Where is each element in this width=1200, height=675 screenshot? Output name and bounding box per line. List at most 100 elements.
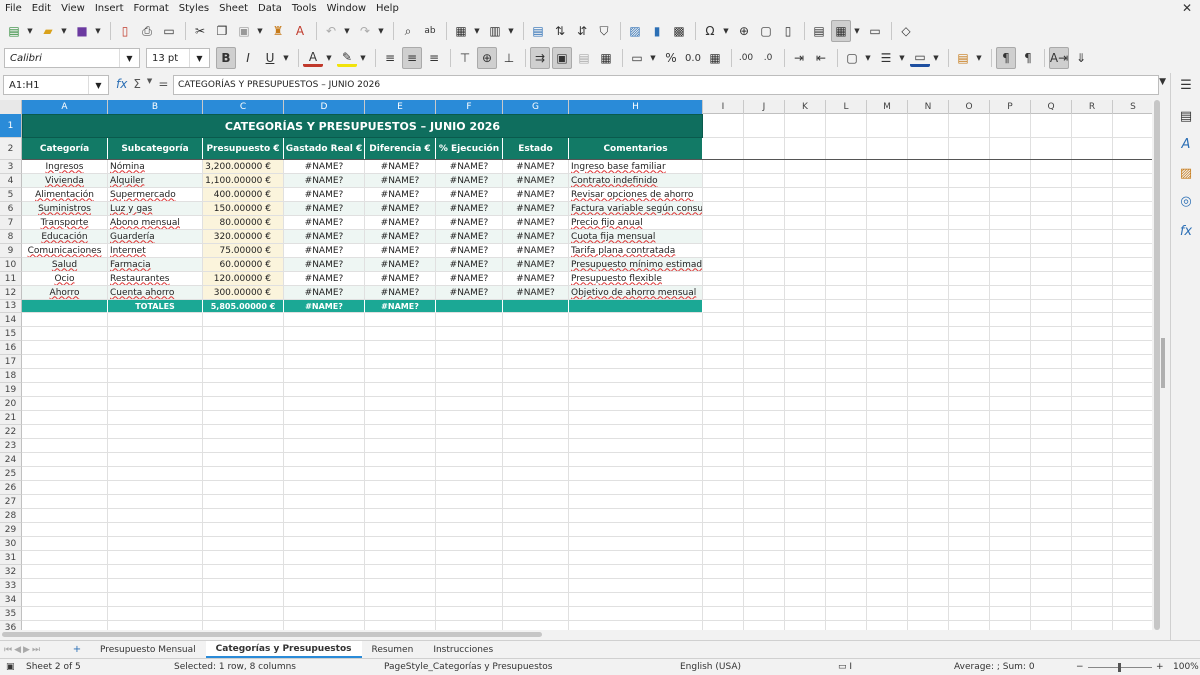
cell[interactable] (1072, 565, 1113, 579)
cell[interactable] (1072, 621, 1113, 630)
cell[interactable] (826, 481, 867, 495)
cell[interactable] (867, 453, 908, 467)
cell[interactable] (990, 509, 1031, 523)
cell[interactable] (990, 439, 1031, 453)
cell[interactable] (867, 495, 908, 509)
data-cell[interactable]: Cuota fija mensual (569, 230, 703, 244)
data-cell[interactable]: Transporte (22, 216, 108, 230)
cell[interactable] (1031, 411, 1072, 425)
cell[interactable] (908, 551, 949, 565)
cell[interactable] (203, 439, 284, 453)
cell[interactable] (1113, 341, 1152, 355)
bold-icon[interactable]: B (216, 47, 236, 69)
cell[interactable] (1113, 537, 1152, 551)
cell[interactable] (284, 383, 365, 397)
cell[interactable] (703, 565, 744, 579)
cell[interactable] (569, 425, 703, 439)
cell[interactable] (990, 551, 1031, 565)
cell[interactable] (108, 537, 203, 551)
sum-icon[interactable]: Σ (133, 77, 141, 91)
conditional-dropdown-icon[interactable]: ▼ (975, 47, 983, 69)
cell[interactable] (365, 523, 436, 537)
cell[interactable] (785, 551, 826, 565)
cell[interactable] (1031, 439, 1072, 453)
cell[interactable] (108, 355, 203, 369)
cell[interactable] (908, 397, 949, 411)
borders-icon[interactable]: ▢ (842, 47, 862, 69)
cell[interactable] (1113, 551, 1152, 565)
data-cell[interactable]: #NAME? (503, 160, 569, 174)
cell[interactable] (826, 607, 867, 621)
cell[interactable] (22, 495, 108, 509)
cell[interactable] (1031, 495, 1072, 509)
cell[interactable] (1031, 341, 1072, 355)
document-modified-icon[interactable]: ▣ (6, 662, 15, 672)
zoom-slider-knob[interactable] (1118, 663, 1121, 672)
cell[interactable] (826, 537, 867, 551)
border-style-dropdown-icon[interactable]: ▼ (898, 47, 906, 69)
cell[interactable] (867, 593, 908, 607)
cell[interactable] (785, 467, 826, 481)
data-cell[interactable]: #NAME? (284, 286, 365, 300)
cell[interactable] (785, 411, 826, 425)
cell[interactable] (785, 495, 826, 509)
cell[interactable] (908, 383, 949, 397)
right-to-left-icon[interactable]: ¶ (1018, 47, 1038, 69)
cell[interactable] (1113, 453, 1152, 467)
cell[interactable] (703, 551, 744, 565)
cell[interactable] (949, 481, 990, 495)
cell[interactable] (744, 481, 785, 495)
cell[interactable] (569, 621, 703, 630)
column-title-cell[interactable]: Gastado Real € (284, 138, 365, 160)
row-header-8[interactable]: 8 (0, 230, 22, 244)
row-header-11[interactable]: 11 (0, 272, 22, 286)
row-header-34[interactable]: 34 (0, 593, 22, 607)
data-cell[interactable]: Ingreso base familiar (569, 160, 703, 174)
cell[interactable] (1072, 327, 1113, 341)
cell[interactable] (1031, 383, 1072, 397)
cell[interactable] (1072, 369, 1113, 383)
column-header-r[interactable]: R (1072, 100, 1113, 114)
cell[interactable] (703, 383, 744, 397)
cell[interactable] (744, 467, 785, 481)
column-dropdown-icon[interactable]: ▼ (507, 20, 515, 42)
cell[interactable] (908, 579, 949, 593)
cell[interactable] (949, 355, 990, 369)
cell[interactable] (365, 607, 436, 621)
cell[interactable] (436, 565, 503, 579)
data-cell[interactable]: 60.00000 € (203, 258, 284, 272)
cell[interactable] (569, 593, 703, 607)
open-folder-icon[interactable]: ▰ (38, 20, 58, 42)
row-header-2[interactable]: 2 (0, 138, 22, 160)
cell[interactable] (867, 439, 908, 453)
underline-icon[interactable]: U (260, 47, 280, 69)
cell[interactable] (908, 481, 949, 495)
data-cell[interactable]: #NAME? (365, 230, 436, 244)
cell[interactable] (569, 481, 703, 495)
cell[interactable] (867, 537, 908, 551)
cell[interactable] (785, 593, 826, 607)
properties-icon[interactable]: ▤ (1176, 106, 1196, 126)
data-cell[interactable]: Nómina (108, 160, 203, 174)
data-cell[interactable]: #NAME? (284, 202, 365, 216)
cell[interactable] (867, 313, 908, 327)
cell[interactable] (1072, 341, 1113, 355)
cell[interactable] (365, 383, 436, 397)
cell[interactable] (908, 439, 949, 453)
currency-dropdown-icon[interactable]: ▼ (649, 47, 657, 69)
cell[interactable] (503, 621, 569, 630)
cell[interactable] (744, 369, 785, 383)
font-size-box[interactable]: 13 pt ▼ (146, 48, 210, 68)
data-cell[interactable]: #NAME? (436, 230, 503, 244)
data-cell[interactable]: #NAME? (436, 216, 503, 230)
cell[interactable] (949, 341, 990, 355)
cell[interactable] (22, 579, 108, 593)
cell[interactable] (108, 579, 203, 593)
cell[interactable] (569, 341, 703, 355)
freeze-dropdown-icon[interactable]: ▼ (853, 20, 861, 42)
cell[interactable] (744, 425, 785, 439)
zoom-in-icon[interactable]: + (1156, 662, 1164, 672)
cell[interactable] (826, 593, 867, 607)
row-header-27[interactable]: 27 (0, 495, 22, 509)
cell[interactable] (203, 467, 284, 481)
